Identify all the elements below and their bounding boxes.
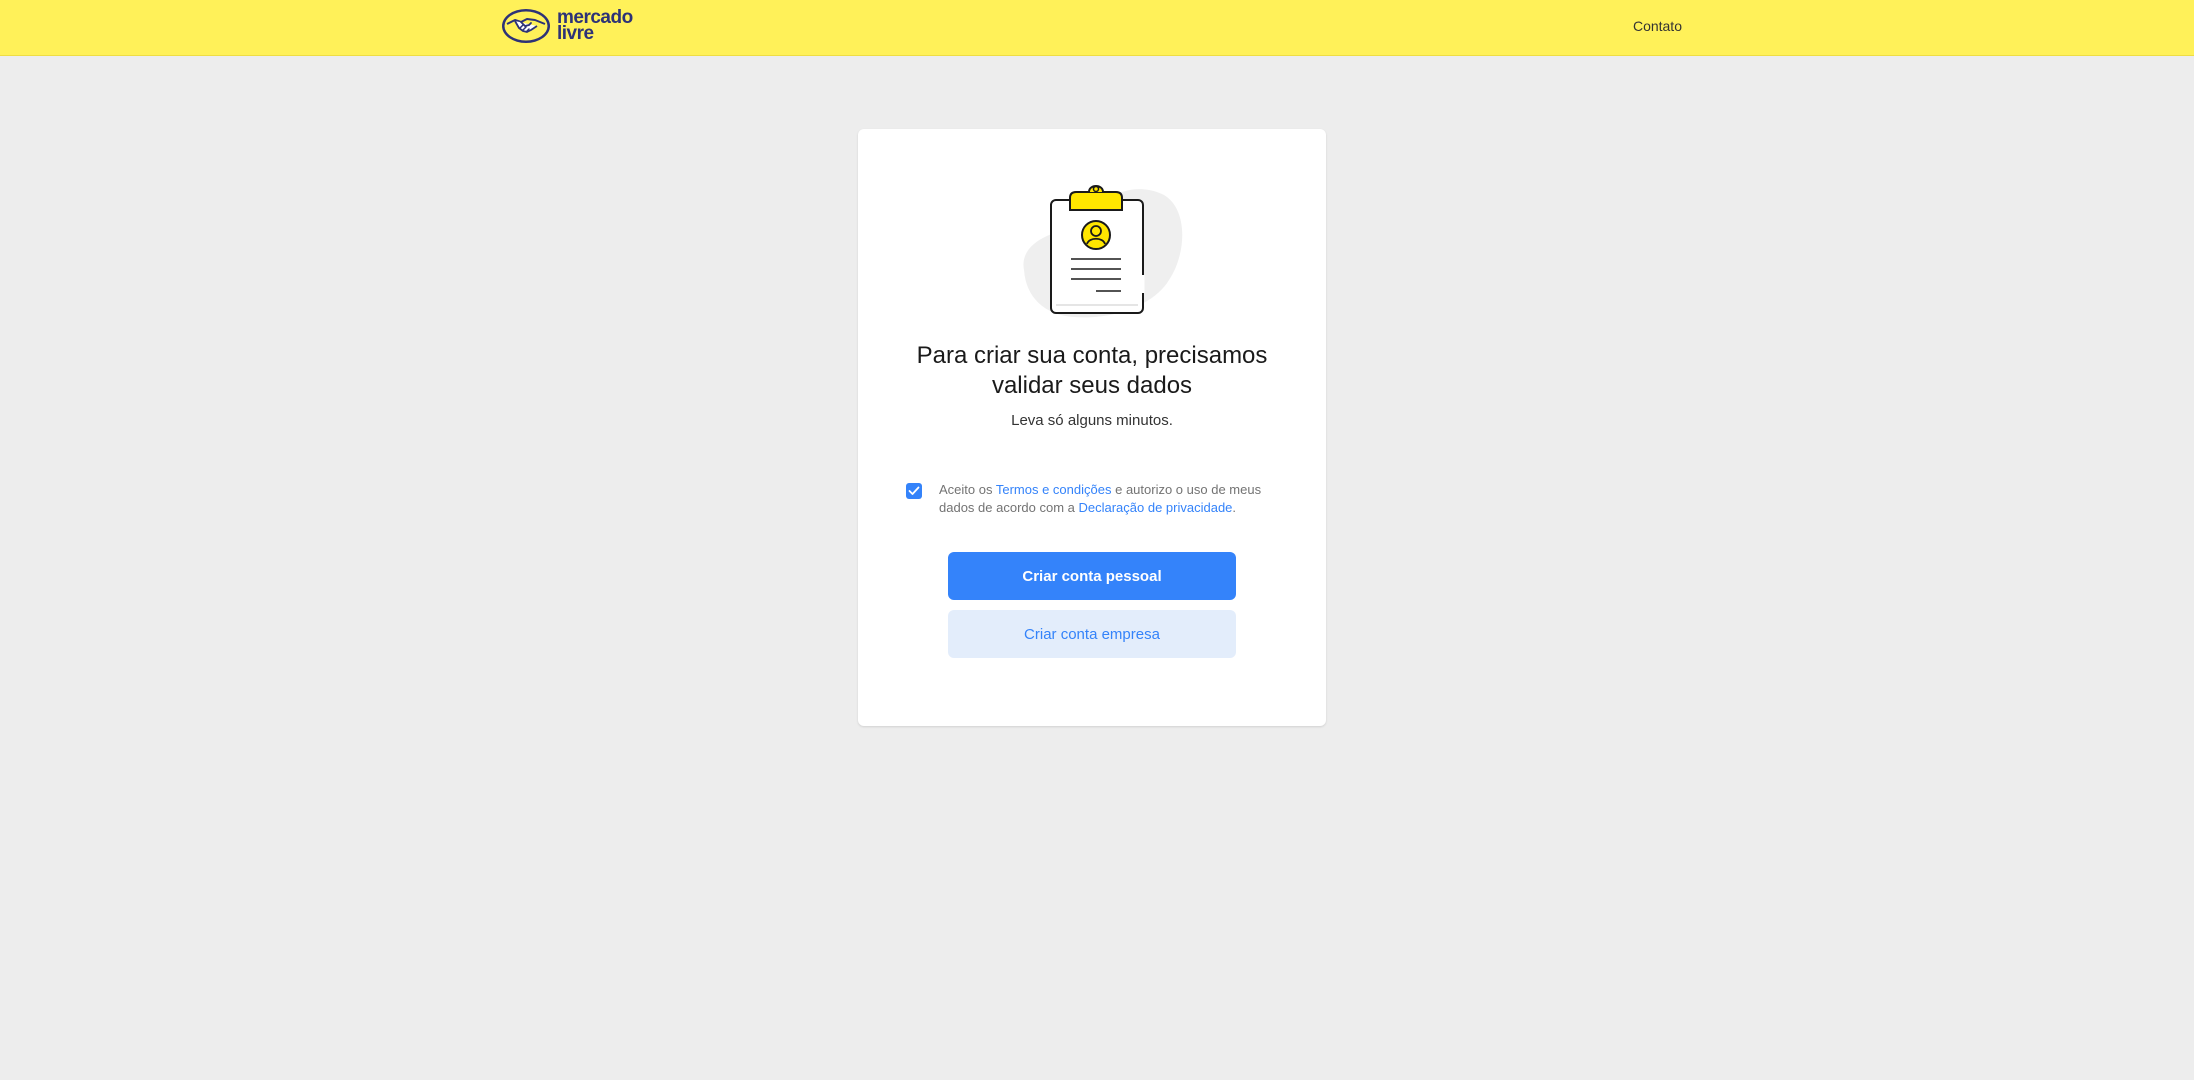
page-subtitle: Leva só alguns minutos. [1011,412,1173,429]
terms-checkbox[interactable] [906,483,922,499]
create-personal-account-button[interactable]: Criar conta pessoal [948,552,1236,600]
mercado-livre-logo[interactable]: mercado livre [501,7,641,45]
logo-text: mercado livre [557,8,633,44]
terms-conditions-link[interactable]: Termos e condições [996,482,1112,497]
privacy-declaration-link[interactable]: Declaração de privacidade [1078,500,1232,515]
handshake-logo-icon [502,9,550,43]
create-account-card: Para criar sua conta, precisamos validar… [858,129,1326,726]
logo-text-line2: livre [557,23,594,44]
terms-suffix: . [1232,500,1237,515]
terms-consent: Aceito os Termos e condições e autorizo … [906,481,1286,517]
create-business-account-button[interactable]: Criar conta empresa [948,610,1236,658]
page-title: Para criar sua conta, precisamos validar… [916,342,1268,399]
top-header: mercado livre Contato [0,0,2194,56]
terms-prefix: Aceito os [939,482,996,497]
clipboard-user-icon [1023,185,1183,318]
contact-link[interactable]: Contato [1633,18,1682,34]
checkmark-icon [908,486,920,495]
terms-text: Aceito os Termos e condições e autorizo … [939,481,1286,517]
